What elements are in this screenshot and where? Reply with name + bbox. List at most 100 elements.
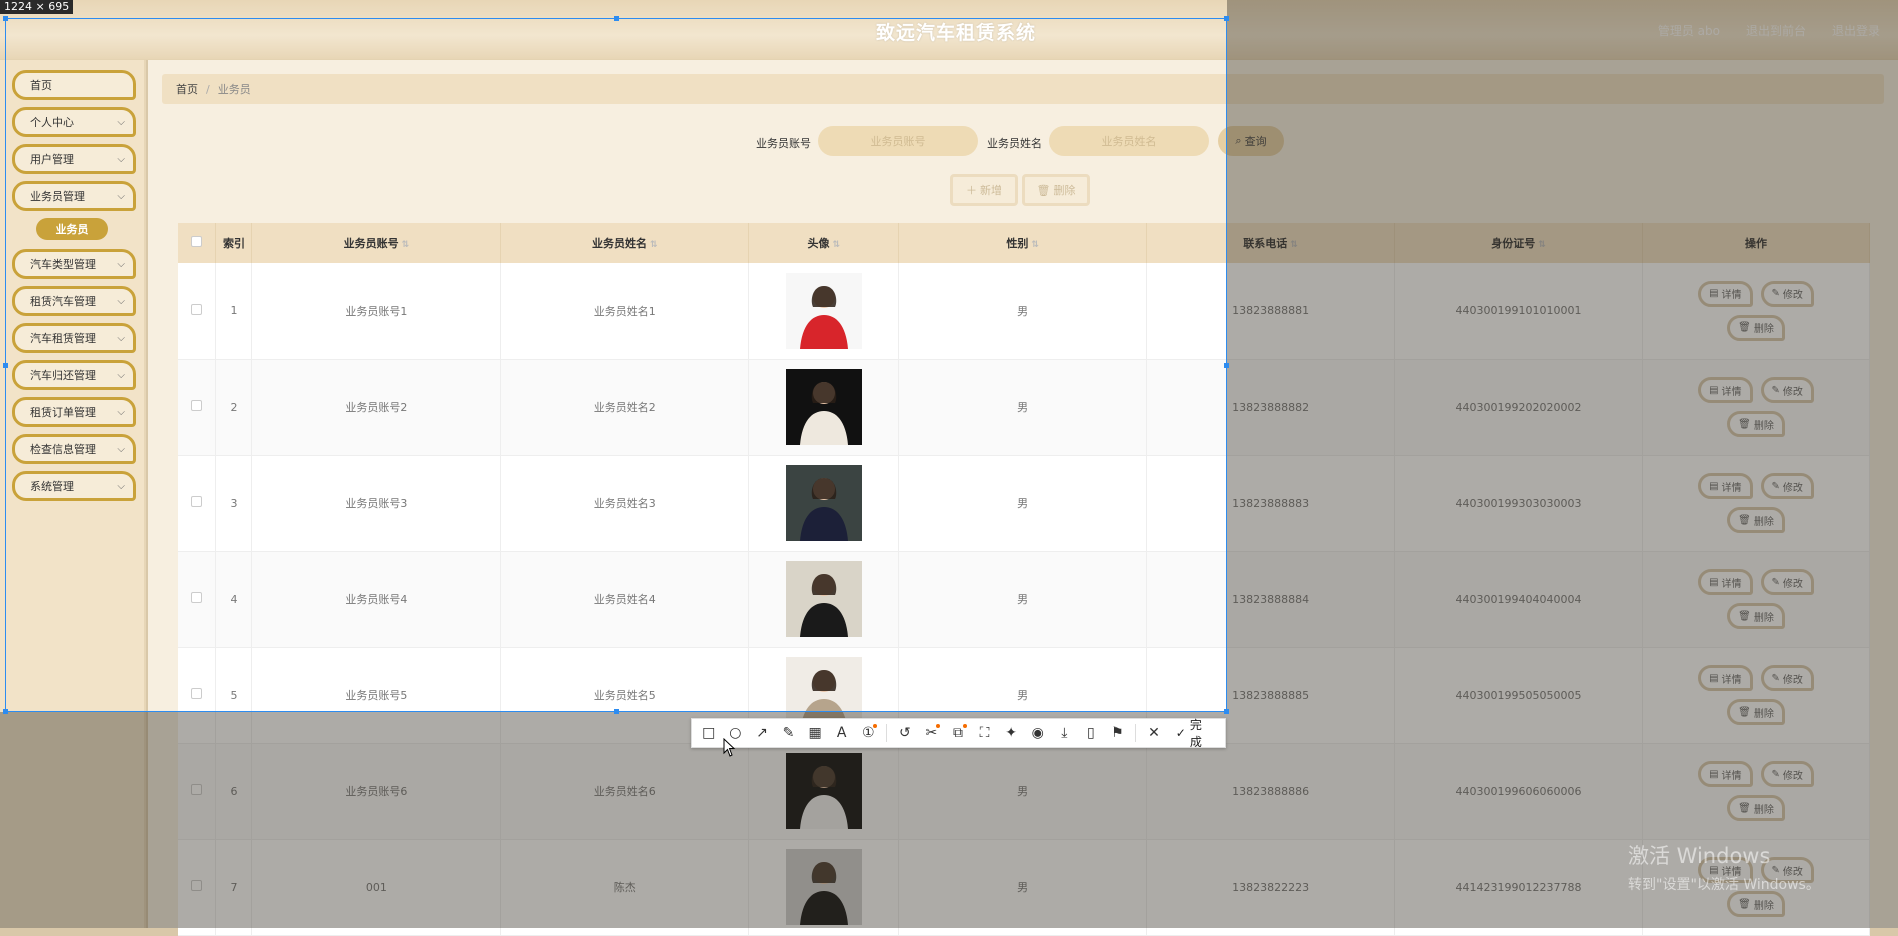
toolbar-divider [886, 724, 888, 742]
col-avatar[interactable]: 头像 ⇅ [748, 223, 900, 263]
sidebar-item-label: 首页 [30, 79, 52, 92]
sidebar-item-rental-order-management[interactable]: 租赁订单管理 ⌵ [12, 397, 136, 427]
new-badge [873, 724, 878, 728]
sort-icon: ⇅ [1031, 240, 1039, 250]
sidebar-item-label: 汽车归还管理 [30, 369, 96, 382]
col-index: 索引 [215, 223, 253, 263]
ocr-icon[interactable]: ⧉ [947, 722, 969, 744]
chevron-down-icon: ⌵ [117, 258, 125, 270]
cell-index: 1 [215, 263, 253, 360]
download-icon[interactable]: ⤓ [1054, 722, 1076, 744]
number-icon[interactable]: ① [857, 722, 879, 744]
sidebar-item-label: 用户管理 [30, 153, 74, 166]
row-select-cell [178, 455, 217, 552]
sidebar-item-inspection-management[interactable]: 检查信息管理 ⌵ [12, 434, 136, 464]
delete-button[interactable]: 🗑 删除 [1022, 174, 1090, 206]
sidebar-item-label: 系统管理 [30, 480, 74, 493]
row-select-cell [178, 359, 217, 456]
row-checkbox[interactable] [191, 592, 203, 603]
text-icon[interactable]: A [831, 722, 853, 744]
rectangle-icon[interactable]: □ [698, 722, 720, 744]
watermark-line2: 转到"设置"以激活 Windows。 [1628, 877, 1820, 893]
col-avatar-label: 头像 [807, 237, 830, 250]
cell-account: 业务员账号2 [251, 359, 502, 456]
arrow-icon[interactable]: ↗ [751, 722, 773, 744]
done-button-label: 完成 [1189, 718, 1202, 749]
sidebar-item-rental-car-management[interactable]: 租赁汽车管理 ⌵ [12, 286, 136, 316]
cell-gender: 男 [898, 455, 1148, 552]
chevron-down-icon: ⌵ [117, 406, 125, 418]
account-search-input[interactable] [818, 126, 978, 156]
sidebar-item-label: 汽车租赁管理 [30, 332, 96, 345]
sidebar-item-car-rental-management[interactable]: 汽车租赁管理 ⌵ [12, 323, 136, 353]
chevron-down-icon: ⌵ [117, 443, 125, 455]
sort-icon: ⇅ [401, 240, 410, 250]
toolbar-divider [1135, 724, 1137, 742]
row-checkbox[interactable] [191, 400, 203, 411]
sidebar-item-salesman-management[interactable]: 业务员管理 ⌵ [12, 181, 136, 211]
add-button-label: 新增 [980, 184, 1002, 197]
chevron-down-icon: ⌵ [117, 480, 125, 492]
new-badge [962, 724, 967, 728]
scroll-capture-icon[interactable]: ⛶ [974, 722, 996, 744]
cell-gender: 男 [898, 359, 1148, 456]
cutout-icon[interactable]: ✂ [921, 722, 943, 744]
chevron-down-icon: ⌵ [117, 295, 125, 307]
cell-avatar [748, 263, 900, 360]
row-checkbox[interactable] [191, 303, 203, 315]
capture-size-label: 1224 × 695 [0, 0, 74, 14]
sidebar-item-home[interactable]: 首页 [12, 70, 136, 100]
close-icon[interactable]: ✕ [1143, 722, 1165, 744]
pin-icon[interactable]: ✦ [1000, 722, 1022, 744]
sidebar-subitem-salesman[interactable]: 业务员 [36, 218, 108, 240]
breadcrumb-home[interactable]: 首页 [176, 81, 198, 97]
col-name[interactable]: 业务员姓名 ⇅ [500, 223, 750, 263]
row-checkbox[interactable] [191, 496, 203, 507]
breadcrumb-separator: / [206, 82, 210, 96]
avatar [785, 272, 862, 349]
record-icon[interactable]: ◉ [1027, 722, 1049, 744]
sidebar-item-label: 租赁汽车管理 [30, 295, 96, 308]
cell-name: 业务员姓名3 [500, 455, 750, 552]
name-label: 业务员姓名 [987, 137, 1042, 150]
sidebar-item-car-type-management[interactable]: 汽车类型管理 ⌵ [12, 249, 136, 279]
plus-icon: ＋ [966, 184, 977, 197]
mosaic-icon[interactable]: ▦ [804, 722, 826, 744]
cell-account: 业务员账号1 [251, 263, 502, 360]
phone-icon[interactable]: ▯ [1080, 722, 1102, 744]
col-gender[interactable]: 性别 ⇅ [898, 223, 1148, 263]
add-button[interactable]: ＋新增 [950, 174, 1018, 206]
watermark-line1: 激活 Windows [1628, 844, 1771, 868]
cell-name: 业务员姓名2 [500, 359, 750, 456]
cell-index: 2 [215, 359, 253, 456]
sidebar-item-car-return-management[interactable]: 汽车归还管理 ⌵ [12, 360, 136, 390]
sidebar-item-personal-center[interactable]: 个人中心 ⌵ [12, 107, 136, 137]
name-search-input[interactable] [1049, 126, 1209, 156]
select-all-cell [178, 223, 217, 263]
cell-account: 业务员账号4 [251, 551, 502, 648]
row-checkbox[interactable] [191, 688, 203, 699]
cell-avatar [748, 551, 900, 648]
undo-icon[interactable]: ↺ [894, 722, 916, 744]
bookmark-icon[interactable]: ⚑ [1107, 722, 1129, 744]
col-account[interactable]: 业务员账号 ⇅ [251, 223, 502, 263]
sidebar-item-user-management[interactable]: 用户管理 ⌵ [12, 144, 136, 174]
cell-index: 4 [215, 551, 253, 648]
cell-avatar [748, 455, 900, 552]
avatar [785, 465, 862, 541]
cell-gender: 男 [898, 551, 1148, 648]
col-gender-label: 性别 [1006, 237, 1029, 250]
sort-icon: ⇅ [650, 240, 658, 250]
select-all-checkbox[interactable] [191, 236, 203, 247]
avatar [785, 369, 862, 445]
chevron-down-icon: ⌵ [117, 153, 125, 165]
sort-icon: ⇅ [832, 240, 840, 250]
breadcrumb-current: 业务员 [217, 83, 251, 96]
cell-name: 业务员姓名1 [500, 263, 750, 360]
sidebar-item-system-management[interactable]: 系统管理 ⌵ [12, 471, 136, 501]
trash-icon: 🗑 [1036, 183, 1051, 197]
pen-icon[interactable]: ✎ [778, 722, 800, 744]
snip-toolbar: □ ○ ↗ ✎ ▦ A ① ↺ ✂ ⧉ ⛶ ✦ ◉ ⤓ ▯ ⚑ ✕ ✓ 完成 [691, 716, 1226, 750]
done-button[interactable]: ✓ 完成 [1170, 716, 1219, 750]
new-badge [936, 724, 941, 728]
